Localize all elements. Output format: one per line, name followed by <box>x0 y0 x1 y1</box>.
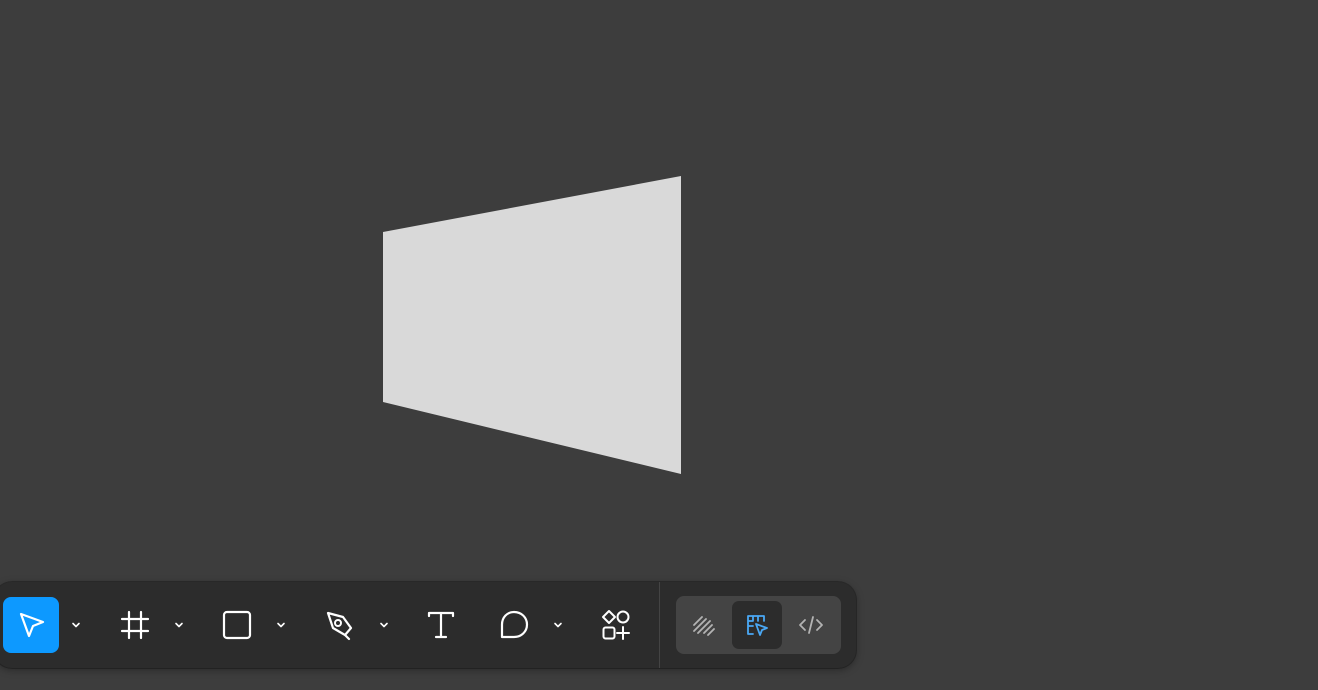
mode-switcher <box>676 596 841 654</box>
text-tool-button[interactable] <box>413 597 469 653</box>
chevron-down-icon <box>175 622 183 628</box>
frame-tool-dropdown[interactable] <box>169 615 189 635</box>
chevron-down-icon <box>554 622 562 628</box>
move-tool-dropdown[interactable] <box>66 615 86 635</box>
rectangle-icon <box>222 610 252 640</box>
chevron-down-icon <box>277 622 285 628</box>
comment-bubble-icon <box>500 610 529 639</box>
design-mode-button[interactable] <box>732 601 782 649</box>
toolbar-divider <box>659 582 660 668</box>
pen-tool-dropdown[interactable] <box>374 615 394 635</box>
shape-tool-dropdown[interactable] <box>271 615 291 635</box>
pen-tool-button[interactable] <box>312 597 368 653</box>
design-ruler-cursor-icon <box>747 615 768 636</box>
frame-tool-button[interactable] <box>107 597 163 653</box>
actions-tool-button[interactable] <box>588 597 644 653</box>
code-brackets-icon <box>799 616 823 634</box>
trapezoid-shape[interactable] <box>383 176 681 474</box>
frame-hash-icon <box>120 610 150 640</box>
pen-icon <box>326 611 353 641</box>
bottom-toolbar <box>0 582 856 668</box>
shape-tool-button[interactable] <box>209 597 265 653</box>
dev-mode-button[interactable] <box>786 601 836 649</box>
draw-squiggle-icon <box>693 616 715 636</box>
chevron-down-icon <box>380 622 388 628</box>
chevron-down-icon <box>72 622 80 628</box>
move-tool-button[interactable] <box>3 597 59 653</box>
draw-mode-button[interactable] <box>679 601 729 649</box>
actions-shapes-icon <box>602 610 630 640</box>
comment-tool-button[interactable] <box>486 597 542 653</box>
text-icon <box>427 611 455 639</box>
comment-tool-dropdown[interactable] <box>548 615 568 635</box>
move-cursor-icon <box>19 612 45 638</box>
